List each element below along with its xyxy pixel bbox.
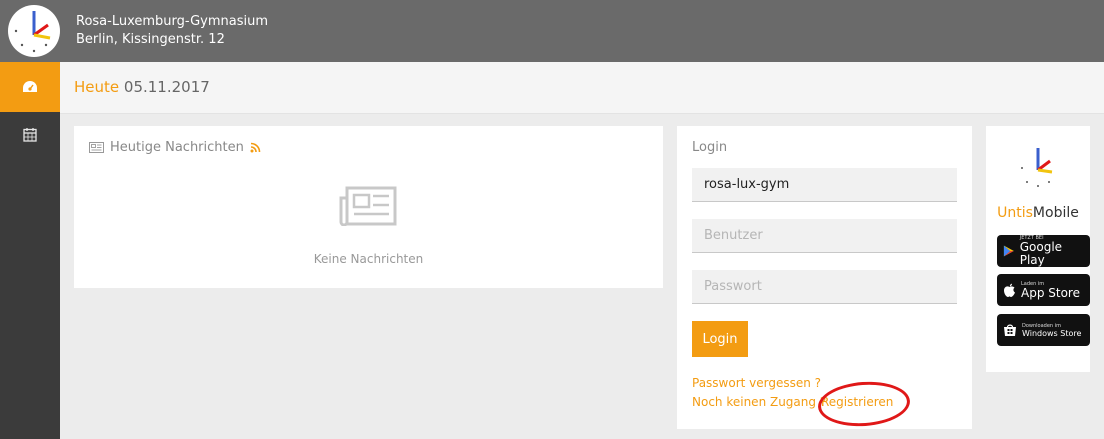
today-label: Heute — [74, 78, 120, 96]
sidebar-item-calendar[interactable] — [0, 112, 60, 156]
google-play-icon — [1003, 245, 1014, 257]
calendar-icon — [23, 127, 37, 142]
school-input[interactable] — [692, 168, 957, 202]
news-title-text: Heutige Nachrichten — [110, 140, 244, 155]
untis-clock-logo-icon — [14, 11, 51, 53]
current-date: 05.11.2017 — [123, 78, 210, 96]
untis-mobile-panel: UntisMobile JETZT BEI Google Play Laden … — [986, 126, 1090, 372]
login-panel: Login Login Passwort vergessen ? Noch ke… — [677, 126, 972, 429]
news-panel-title: Heutige Nachrichten — [89, 140, 261, 155]
login-title: Login — [692, 140, 728, 155]
no-access-text: Noch keinen Zugang ? — [692, 395, 827, 409]
page-title: Heute 05.11.2017 — [74, 78, 210, 96]
login-button[interactable]: Login — [692, 321, 748, 357]
google-play-big-text: Google Play — [1019, 240, 1063, 267]
app-store-badge[interactable]: Laden im App Store — [997, 274, 1090, 306]
app-header: Rosa-Luxemburg-Gymnasium Berlin, Kissing… — [0, 0, 1104, 62]
username-input[interactable] — [692, 219, 957, 253]
forgot-password-link[interactable]: Passwort vergessen ? — [692, 376, 821, 390]
sidebar-item-dashboard[interactable] — [0, 62, 60, 112]
app-store-big-text: App Store — [1021, 285, 1080, 300]
page-title-bar: Heute 05.11.2017 — [60, 62, 1104, 114]
news-panel: Heutige Nachrichten Keine Nachrichten — [74, 126, 663, 288]
newspaper-icon — [89, 142, 104, 153]
apple-icon — [1004, 283, 1015, 297]
windows-store-icon — [1004, 324, 1016, 336]
school-address: Berlin, Kissingenstr. 12 — [76, 32, 225, 47]
news-empty-message: Keine Nachrichten — [313, 252, 424, 266]
untis-mobile-brand: UntisMobile — [986, 205, 1090, 221]
rss-feed-icon[interactable] — [250, 142, 261, 153]
newspaper-large-icon — [339, 186, 397, 230]
school-logo[interactable] — [8, 5, 60, 57]
google-play-badge[interactable]: JETZT BEI Google Play — [997, 235, 1090, 267]
brand-untis: Untis — [997, 205, 1033, 221]
dashboard-icon — [23, 81, 37, 92]
sidebar — [0, 62, 60, 439]
untis-mobile-logo-icon — [1021, 148, 1053, 187]
brand-mobile: Mobile — [1032, 205, 1079, 221]
windows-store-big-text: Windows Store — [1022, 328, 1082, 338]
school-info: Rosa-Luxemburg-Gymnasium Berlin, Kissing… — [76, 13, 268, 49]
school-name: Rosa-Luxemburg-Gymnasium — [76, 14, 268, 29]
password-input[interactable] — [692, 270, 957, 304]
windows-store-badge[interactable]: Downloaden im Windows Store — [997, 314, 1090, 346]
